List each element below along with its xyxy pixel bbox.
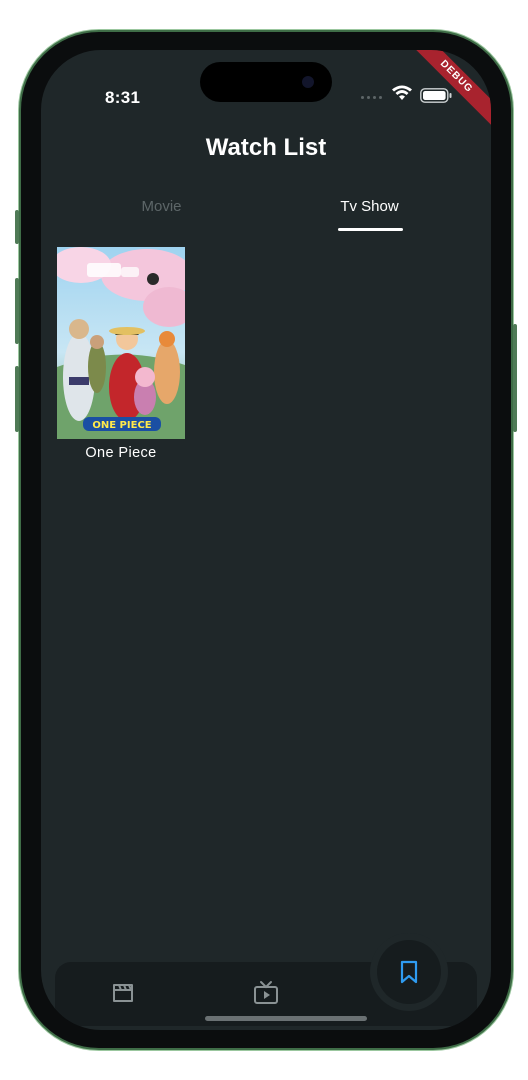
card-title: One Piece [85,445,157,461]
bookmark-icon [400,960,418,984]
watchlist-card[interactable]: ONE PIECE One Piece [57,247,185,461]
page-title: Watch List [205,134,327,161]
dynamic-island [200,62,332,102]
poster-image: ONE PIECE [57,247,185,439]
wifi-icon [392,85,412,100]
app-screen: 8:31 DEBUG Watch List Movie Tv Show ONE … [41,50,491,1030]
status-time: 8:31 [105,88,141,107]
phone-frame: 8:31 DEBUG Watch List Movie Tv Show ONE … [15,32,517,1048]
action-button [15,210,19,244]
volume-up-button [15,278,19,344]
camera-icon [302,76,314,88]
power-button [513,324,517,432]
volume-down-button [15,366,19,432]
tab-movie[interactable]: Movie [49,198,274,215]
poster-logo-text: ONE PIECE [92,420,151,431]
battery-icon [420,88,452,103]
watchlist-fab-button[interactable] [377,940,441,1004]
tab-tv-show[interactable]: Tv Show [257,198,482,215]
cellular-signal-icon [361,96,382,99]
clapperboard-icon[interactable] [111,982,135,1004]
tab-indicator [338,228,403,231]
home-indicator[interactable] [205,1016,367,1021]
tv-play-icon[interactable] [253,980,279,1006]
